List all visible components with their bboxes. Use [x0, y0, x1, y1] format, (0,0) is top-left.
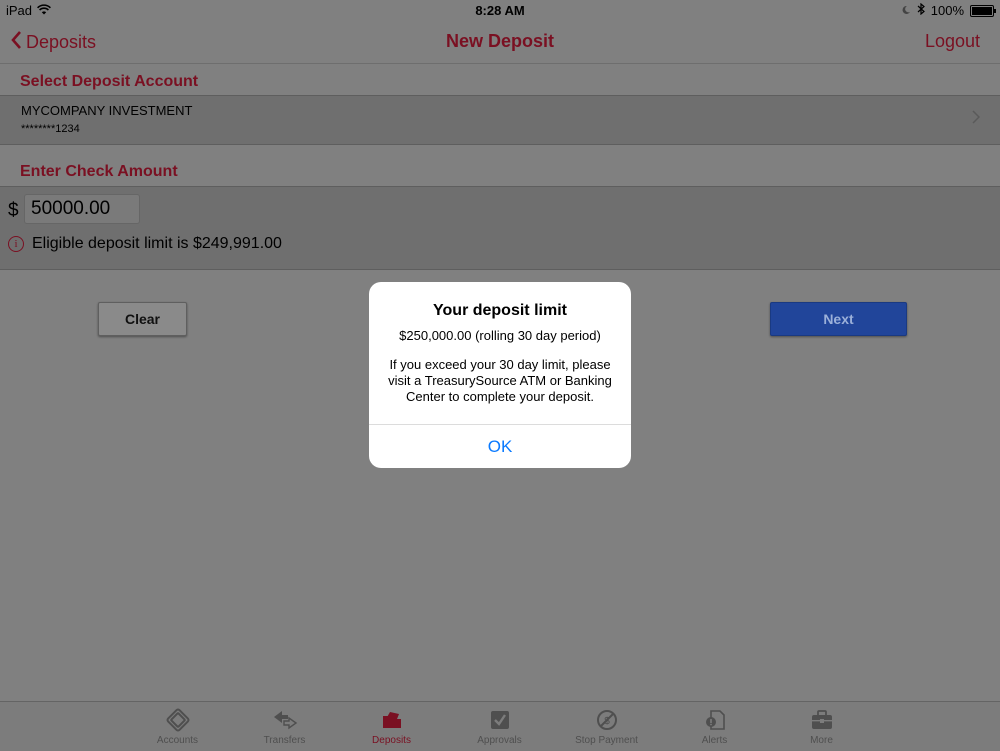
tab-label-stop-payment: Stop Payment	[575, 735, 638, 746]
account-name: MYCOMPANY INVESTMENT	[21, 103, 193, 118]
next-button[interactable]: Next	[770, 302, 907, 336]
check-amount-input[interactable]	[24, 194, 140, 224]
tab-transfers[interactable]: Transfers	[231, 702, 338, 751]
status-bar: iPad 8:28 AM 100%	[0, 0, 1000, 20]
ok-button[interactable]: OK	[369, 424, 631, 468]
more-icon	[768, 708, 875, 732]
amount-section: $ i Eligible deposit limit is $249,991.0…	[0, 186, 1000, 270]
tab-accounts[interactable]: Accounts	[124, 702, 231, 751]
tab-label-transfers: Transfers	[263, 735, 306, 746]
transfers-icon	[231, 708, 338, 732]
deposit-limit-alert: Your deposit limit $250,000.00 (rolling …	[369, 282, 631, 468]
bluetooth-icon	[917, 2, 925, 18]
nav-bar: Deposits New Deposit Logout	[0, 20, 1000, 64]
tab-label-more: More	[810, 735, 833, 746]
svg-text:$: $	[604, 716, 610, 727]
alert-message: If you exceed your 30 day limit, please …	[388, 357, 612, 404]
chevron-right-icon	[972, 110, 981, 129]
approvals-icon	[446, 708, 553, 732]
select-account-header: Select Deposit Account	[20, 73, 199, 90]
tab-label-accounts: Accounts	[156, 735, 199, 746]
tab-label-deposits: Deposits	[372, 735, 411, 746]
account-number: ********1234	[21, 123, 80, 135]
eligible-limit-text: Eligible deposit limit is $249,991.00	[32, 235, 282, 252]
status-time: 8:28 AM	[475, 3, 525, 18]
tab-label-alerts: Alerts	[701, 735, 728, 746]
deposits-icon	[338, 708, 445, 732]
tab-stop-payment[interactable]: $ Stop Payment	[553, 702, 660, 751]
tab-deposits[interactable]: Deposits	[338, 702, 445, 751]
stop-payment-icon: $	[553, 708, 660, 732]
accounts-icon	[124, 708, 231, 732]
tab-alerts[interactable]: Alerts	[661, 702, 768, 751]
tab-approvals[interactable]: Approvals	[446, 702, 553, 751]
logout-button[interactable]: Logout	[925, 31, 980, 52]
eligible-limit-info: i Eligible deposit limit is $249,991.00	[8, 235, 282, 253]
moon-icon	[901, 3, 911, 18]
clear-button[interactable]: Clear	[98, 302, 187, 336]
check-amount-header: Enter Check Amount	[20, 163, 178, 180]
battery-percent: 100%	[930, 3, 964, 18]
alert-limit: $250,000.00 (rolling 30 day period)	[399, 328, 601, 343]
page-title: New Deposit	[445, 31, 555, 51]
deposit-account-row[interactable]: MYCOMPANY INVESTMENT ********1234	[0, 95, 1000, 145]
info-icon: i	[8, 236, 24, 252]
tab-label-approvals: Approvals	[477, 735, 522, 746]
status-right: 100%	[901, 2, 996, 18]
alerts-icon	[661, 708, 768, 732]
alert-title: Your deposit limit	[433, 302, 567, 319]
tab-bar: Accounts Transfers Deposits Approvals $ …	[0, 701, 1000, 751]
battery-icon	[970, 4, 996, 17]
currency-symbol: $	[8, 200, 19, 221]
tab-more[interactable]: More	[768, 702, 875, 751]
